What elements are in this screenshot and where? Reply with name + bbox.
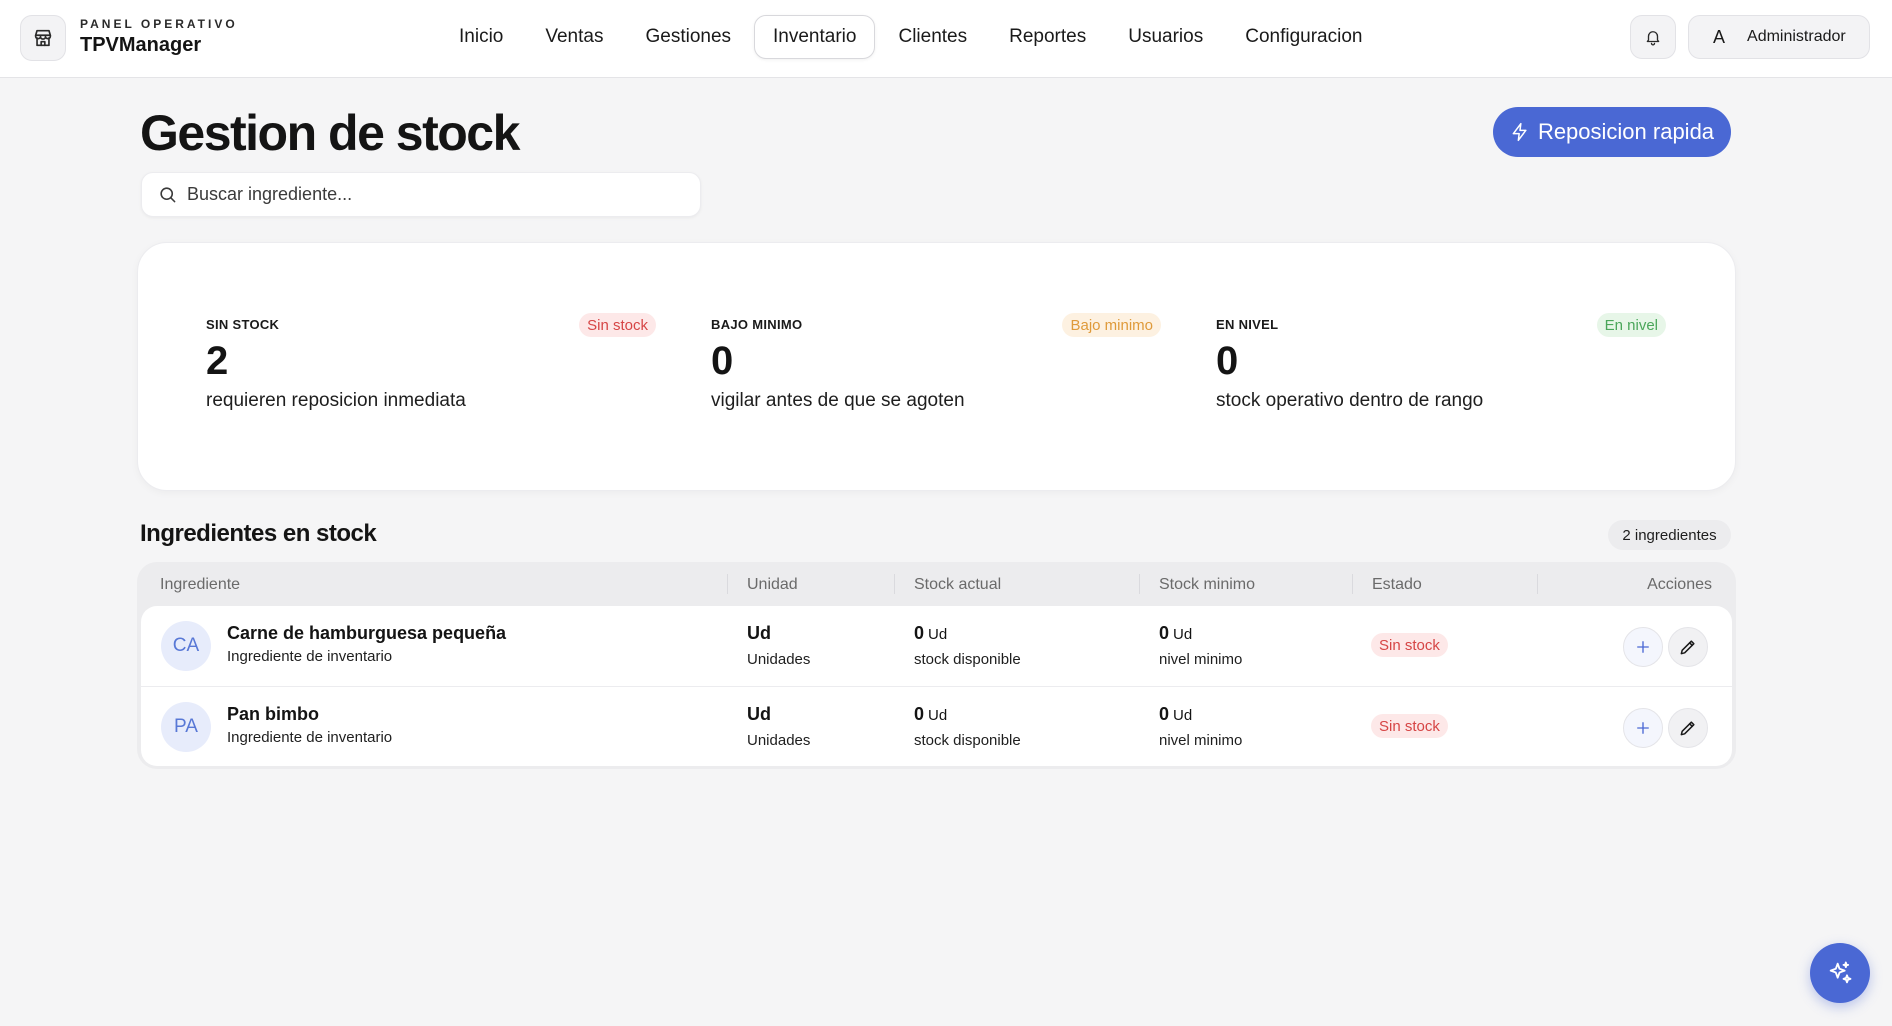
ingredient-subtitle: Ingrediente de inventario (227, 729, 393, 746)
stat-description: stock operativo dentro de rango (1216, 390, 1484, 411)
quick-restock-button[interactable]: Reposicion rapida (1493, 107, 1731, 157)
stat-description: requieren reposicion inmediata (206, 390, 466, 411)
table-row[interactable]: CA Carne de hamburguesa pequeña Ingredie… (141, 606, 1732, 686)
ingredient-name: Carne de hamburguesa pequeña (227, 623, 507, 643)
quick-restock-label: Reposicion rapida (1537, 119, 1715, 144)
stat-label: BAJO MINIMO (711, 317, 803, 332)
stock-minimo: 0 Ud (1159, 704, 1192, 725)
column-divider (1537, 574, 1538, 594)
pencil-icon (1680, 640, 1695, 655)
min-label: nivel minimo (1159, 732, 1243, 749)
avatar: A (1713, 26, 1726, 47)
page-title: Gestion de stock (140, 105, 520, 161)
nav-item-ventas[interactable]: Ventas (526, 15, 622, 59)
edit-button[interactable] (1668, 708, 1708, 748)
stock-value: 0 (914, 623, 925, 643)
column-divider (727, 574, 728, 594)
status-badge: Bajo minimo (1062, 313, 1161, 337)
sparkles-icon (1829, 961, 1852, 984)
stock-label: stock disponible (914, 732, 1021, 749)
column-header-stock-minimo[interactable]: Stock minimo (1159, 576, 1255, 594)
add-stock-button[interactable] (1623, 627, 1663, 667)
stock-summary-card: SIN STOCK Sin stock 2 requieren reposici… (137, 242, 1736, 491)
min-value: 0 (1159, 623, 1170, 643)
nav-item-usuarios[interactable]: Usuarios (1109, 15, 1222, 59)
search-box (141, 172, 701, 217)
column-header-acciones: Acciones (1647, 576, 1712, 593)
brand-name: TPVManager (80, 34, 202, 56)
nav-item-inventario[interactable]: Inventario (754, 15, 876, 59)
stat-value: 2 (206, 339, 229, 383)
pencil-icon (1680, 721, 1695, 736)
min-unit: Ud (1173, 626, 1193, 643)
search-input[interactable] (187, 184, 687, 205)
stock-actual: 0 Ud (914, 704, 947, 725)
stat-label: SIN STOCK (206, 317, 280, 332)
column-header-ingrediente[interactable]: Ingrediente (160, 576, 240, 594)
user-name: Administrador (1747, 28, 1846, 45)
nav-item-configuracion[interactable]: Configuracion (1226, 15, 1381, 59)
edit-button[interactable] (1668, 627, 1708, 667)
stock-actual: 0 Ud (914, 623, 947, 644)
stock-minimo: 0 Ud (1159, 623, 1192, 644)
top-bar: PANEL OPERATIVO TPVManager Inicio Ventas… (0, 0, 1892, 78)
stat-value: 0 (711, 339, 734, 383)
column-divider (894, 574, 895, 594)
stock-label: stock disponible (914, 651, 1021, 668)
min-label: nivel minimo (1159, 651, 1243, 668)
column-divider (1352, 574, 1353, 594)
main-nav: Inicio Ventas Gestiones Inventario Clien… (440, 15, 1381, 59)
stock-value: 0 (914, 704, 925, 724)
ingredient-count-badge: 2 ingredientes (1608, 520, 1731, 550)
status-badge: Sin stock (579, 313, 656, 337)
bell-icon (1646, 31, 1660, 46)
status-badge: Sin stock (1371, 633, 1448, 657)
stat-sin-stock: SIN STOCK Sin stock 2 requieren reposici… (206, 313, 656, 427)
nav-item-reportes[interactable]: Reportes (990, 15, 1105, 59)
nav-item-gestiones[interactable]: Gestiones (626, 15, 750, 59)
stat-label: EN NIVEL (1216, 317, 1279, 332)
nav-item-clientes[interactable]: Clientes (879, 15, 986, 59)
column-header-estado[interactable]: Estado (1372, 576, 1422, 594)
stock-unit: Ud (928, 707, 948, 724)
stock-unit: Ud (928, 626, 948, 643)
section-title: Ingredientes en stock (140, 520, 377, 547)
search-icon (160, 187, 176, 203)
lightning-icon (1512, 122, 1527, 142)
unit-name: Unidades (747, 651, 811, 668)
avatar: CA (161, 621, 211, 671)
unit-code: Ud (747, 623, 771, 643)
column-divider (1139, 574, 1140, 594)
user-menu-button[interactable]: A Administrador (1688, 15, 1870, 59)
unit-name: Unidades (747, 732, 811, 749)
min-value: 0 (1159, 704, 1170, 724)
ingredient-name: Pan bimbo (227, 704, 320, 724)
status-badge: Sin stock (1371, 714, 1448, 738)
avatar: PA (161, 702, 211, 752)
column-header-stock-actual[interactable]: Stock actual (914, 576, 1001, 594)
table-body: CA Carne de hamburguesa pequeña Ingredie… (141, 606, 1732, 766)
plus-icon (1637, 641, 1649, 653)
plus-icon (1637, 722, 1649, 734)
stat-description: vigilar antes de que se agoten (711, 390, 965, 411)
status-badge: En nivel (1596, 313, 1666, 337)
add-stock-button[interactable] (1623, 708, 1663, 748)
ingredient-subtitle: Ingrediente de inventario (227, 648, 393, 665)
notifications-button[interactable] (1630, 15, 1676, 59)
store-icon[interactable] (20, 15, 66, 61)
table-header: Ingrediente Unidad Stock actual Stock mi… (137, 562, 1736, 608)
assistant-button[interactable] (1810, 943, 1870, 1003)
ingredients-table: Ingrediente Unidad Stock actual Stock mi… (137, 562, 1736, 769)
min-unit: Ud (1173, 707, 1193, 724)
stat-bajo-minimo: BAJO MINIMO Bajo minimo 0 vigilar antes … (711, 313, 1161, 427)
nav-item-inicio[interactable]: Inicio (440, 15, 522, 59)
table-row[interactable]: PA Pan bimbo Ingrediente de inventario U… (141, 686, 1732, 766)
column-header-unidad[interactable]: Unidad (747, 576, 798, 594)
stat-en-nivel: EN NIVEL En nivel 0 stock operativo dent… (1216, 313, 1666, 427)
brand-eyebrow: PANEL OPERATIVO (80, 17, 238, 31)
unit-code: Ud (747, 704, 771, 724)
stat-value: 0 (1216, 339, 1239, 383)
